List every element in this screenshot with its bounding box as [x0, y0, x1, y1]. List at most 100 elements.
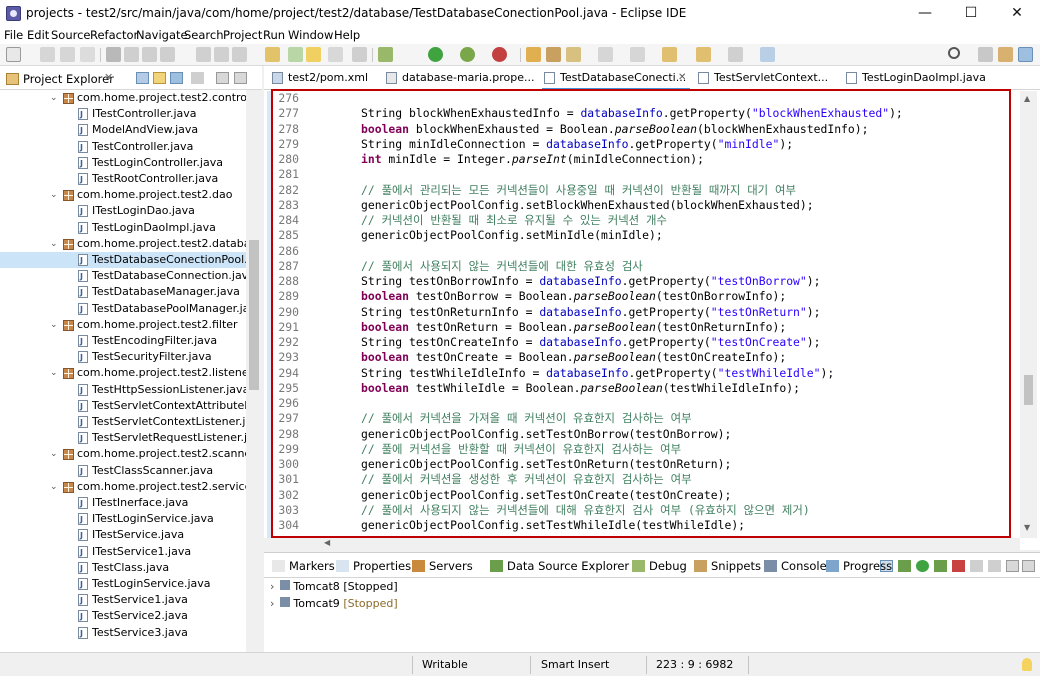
- tree-file[interactable]: TestService3.java: [0, 625, 246, 642]
- editor-tab[interactable]: TestDatabaseConecti... ✕: [542, 66, 690, 90]
- expand-chevron-icon[interactable]: ⌄: [50, 479, 58, 495]
- tree-file[interactable]: TestService2.java: [0, 608, 246, 625]
- tree-file[interactable]: TestEncodingFilter.java: [0, 333, 246, 350]
- tree-file[interactable]: TestServletContextAttributeListe: [0, 398, 246, 415]
- tree-file[interactable]: ITestController.java: [0, 106, 246, 123]
- tree-file[interactable]: TestDatabaseManager.java: [0, 284, 246, 301]
- tree-package[interactable]: ⌄ com.home.project.test2.scanner: [0, 446, 246, 462]
- tree-package[interactable]: ⌄ com.home.project.test2.listener: [0, 365, 246, 381]
- editor-tab[interactable]: database-maria.prope...: [384, 66, 534, 90]
- project-explorer-title[interactable]: Project Explorer: [23, 72, 114, 86]
- tree-file[interactable]: TestService1.java: [0, 592, 246, 609]
- bottom-tab-markers[interactable]: Markers: [289, 559, 335, 573]
- collapse-all-icon[interactable]: [136, 72, 149, 84]
- menu-file[interactable]: File: [4, 28, 23, 42]
- tree-file[interactable]: ModelAndView.java: [0, 122, 246, 139]
- tree-file[interactable]: ITestInerface.java: [0, 495, 246, 512]
- print-icon[interactable]: [80, 47, 95, 62]
- bottom-tab-data-source-explorer[interactable]: Data Source Explorer: [507, 559, 629, 573]
- link-with-editor-icon[interactable]: [153, 72, 166, 84]
- new-java-project-icon[interactable]: [526, 47, 541, 62]
- save-icon[interactable]: [40, 47, 55, 62]
- tree-file[interactable]: ITestLoginDao.java: [0, 203, 246, 220]
- step-over-icon[interactable]: [214, 47, 229, 62]
- scroll-down-icon[interactable]: ▼: [1024, 523, 1030, 532]
- menu-edit[interactable]: Edit: [27, 28, 49, 42]
- menu-search[interactable]: Search: [184, 28, 224, 42]
- highlight-icon[interactable]: [306, 47, 321, 62]
- server-row[interactable]: › Tomcat8 [Stopped]: [270, 579, 398, 595]
- editor-horizontal-scrollbar[interactable]: ◀: [264, 538, 1020, 550]
- tree-file[interactable]: ITestLoginService.java: [0, 511, 246, 528]
- tree-package[interactable]: ⌄ com.home.project.test2.controller: [0, 90, 246, 106]
- external-tools-icon[interactable]: [492, 47, 507, 62]
- tree-file[interactable]: TestDatabaseConnection.java: [0, 268, 246, 285]
- debug-perspective-icon[interactable]: [1018, 47, 1033, 62]
- project-explorer-close-icon[interactable]: ✕: [104, 71, 113, 84]
- expand-chevron-icon[interactable]: ⌄: [50, 90, 58, 106]
- maximize-view-icon[interactable]: [234, 72, 247, 84]
- tree-file[interactable]: TestRootController.java: [0, 171, 246, 188]
- tree-file[interactable]: TestClassScanner.java: [0, 463, 246, 480]
- filter-icon[interactable]: [170, 72, 183, 84]
- expand-chevron-icon[interactable]: ⌄: [50, 446, 58, 462]
- terminate-icon[interactable]: [160, 47, 175, 62]
- scroll-up-icon[interactable]: ▲: [1024, 94, 1030, 103]
- new-icon[interactable]: [6, 47, 21, 62]
- menu-help[interactable]: Help: [334, 28, 360, 42]
- tree-file[interactable]: ITestService1.java: [0, 544, 246, 561]
- server-row[interactable]: › Tomcat9 [Stopped]: [270, 596, 398, 612]
- bottom-tab-snippets[interactable]: Snippets: [711, 559, 761, 573]
- search-icon[interactable]: [948, 47, 960, 59]
- bottom-tab-debug[interactable]: Debug: [649, 559, 687, 573]
- debug-server-icon[interactable]: [898, 560, 911, 572]
- tip-lightbulb-icon[interactable]: [1022, 658, 1032, 671]
- tree-file[interactable]: TestController.java: [0, 139, 246, 156]
- editor-tab[interactable]: TestServletContext...: [696, 66, 836, 90]
- tree-file[interactable]: TestClass.java: [0, 560, 246, 577]
- tree-package[interactable]: ⌄ com.home.project.test2.database: [0, 236, 246, 252]
- toggle-block-icon[interactable]: [328, 47, 343, 62]
- minimize-view-icon[interactable]: [216, 72, 229, 84]
- debug-icon[interactable]: [378, 47, 393, 62]
- tree-file[interactable]: TestDatabaseConectionPool.java: [0, 252, 246, 269]
- expand-chevron-icon[interactable]: ›: [270, 580, 274, 593]
- new-package-icon[interactable]: [546, 47, 561, 62]
- scroll-left-icon[interactable]: ◀: [324, 538, 330, 547]
- expand-chevron-icon[interactable]: ⌄: [50, 365, 58, 381]
- step-return-icon[interactable]: [232, 47, 247, 62]
- resume-icon[interactable]: [124, 47, 139, 62]
- tree-file[interactable]: TestDatabasePoolManager.java: [0, 301, 246, 318]
- editor-vertical-scrollbar[interactable]: ▲ ▼: [1020, 91, 1037, 538]
- editor-tab[interactable]: test2/pom.xml: [270, 66, 380, 90]
- project-explorer-scrollbar[interactable]: [246, 90, 262, 652]
- view-menu-icon[interactable]: [191, 72, 204, 84]
- tree-package[interactable]: ⌄ com.home.project.test2.dao: [0, 187, 246, 203]
- suspend-icon[interactable]: [142, 47, 157, 62]
- search-toolbar-icon[interactable]: [288, 47, 303, 62]
- expand-chevron-icon[interactable]: ⌄: [50, 187, 58, 203]
- menu-window[interactable]: Window: [288, 28, 333, 42]
- menu-project[interactable]: Project: [223, 28, 262, 42]
- bottom-tab-progress[interactable]: Progress: [843, 559, 892, 573]
- pin-editor-icon[interactable]: [760, 47, 775, 62]
- open-type-icon[interactable]: [265, 47, 280, 62]
- menu-navigate[interactable]: Navigate: [136, 28, 188, 42]
- close-window-button[interactable]: ✕: [994, 0, 1040, 27]
- new-class-icon[interactable]: [566, 47, 581, 62]
- stop-server-icon[interactable]: [952, 560, 965, 572]
- save-all-icon[interactable]: [60, 47, 75, 62]
- tree-file[interactable]: TestServletRequestListener.java: [0, 430, 246, 447]
- menu-run[interactable]: Run: [263, 28, 285, 42]
- bottom-tab-console[interactable]: Console: [781, 559, 827, 573]
- tree-file[interactable]: TestSecurityFilter.java: [0, 349, 246, 366]
- expand-chevron-icon[interactable]: ⌄: [50, 236, 58, 252]
- tree-file[interactable]: TestLoginService.java: [0, 576, 246, 593]
- tree-file[interactable]: ITestService.java: [0, 527, 246, 544]
- java-perspective-icon[interactable]: [998, 47, 1013, 62]
- run-last-tool-icon[interactable]: [460, 47, 475, 62]
- bottom-tab-properties[interactable]: Properties: [353, 559, 411, 573]
- tree-file[interactable]: TestServletContextListener.java: [0, 414, 246, 431]
- start-server-icon[interactable]: [916, 560, 929, 572]
- run-icon[interactable]: [428, 47, 443, 62]
